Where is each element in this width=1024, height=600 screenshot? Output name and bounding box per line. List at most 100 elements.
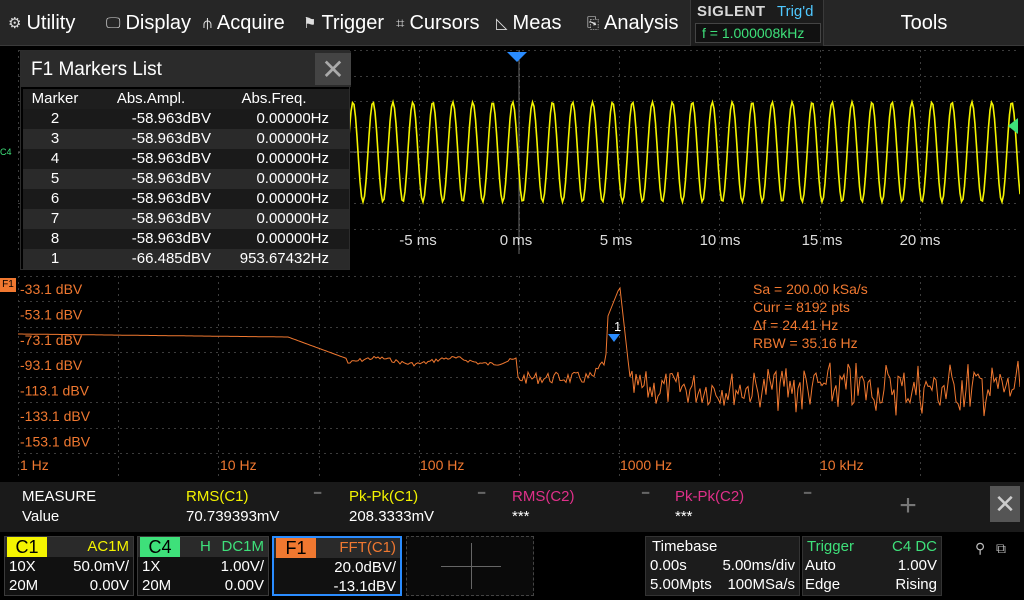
- close-measure-icon[interactable]: ✕: [990, 486, 1020, 522]
- marker-row[interactable]: 2 -58.963dBV 0.00000Hz: [23, 109, 349, 129]
- marker-abs-ampl: -58.963dBV: [131, 110, 211, 127]
- marker-id: 6: [50, 190, 60, 207]
- fft-level-label: -33.1 dBV: [20, 281, 83, 297]
- time-tick-label: 15 ms: [802, 232, 843, 249]
- marker-abs-freq: 0.00000Hz: [256, 190, 329, 207]
- marker-row[interactable]: 8 -58.963dBV 0.00000Hz: [23, 229, 349, 249]
- measure-name-rms-c2[interactable]: RMS(C2): [512, 488, 575, 505]
- column-header-freq: Abs.Freq.: [241, 90, 307, 107]
- fft-info-line: Curr = 8192 pts: [753, 299, 850, 315]
- menu-acquire-label: Acquire: [216, 11, 285, 34]
- marker-row[interactable]: 3 -58.963dBV 0.00000Hz: [23, 129, 349, 149]
- timebase-title: Timebase: [652, 538, 718, 555]
- add-measure-icon[interactable]: +: [880, 488, 936, 524]
- channel-c4-box[interactable]: C4 H DC1M 1X 1.00V/ 20M 0.00V: [137, 536, 269, 596]
- trigger-box[interactable]: Trigger C4 DC Auto 1.00V Edge Rising: [802, 536, 942, 596]
- trigger-icon: ⚑: [303, 15, 317, 32]
- marker-abs-ampl: -58.963dBV: [131, 210, 211, 227]
- measure-separator: ━: [314, 486, 322, 500]
- brand-logo: SIGLENT: [697, 3, 766, 20]
- trigger-source: C4 DC: [891, 538, 937, 555]
- time-tick-label: -5 ms: [399, 232, 437, 249]
- measure-separator: ━: [478, 486, 486, 500]
- measure-value-pkpk-c2: ***: [675, 508, 693, 525]
- fft-frequency-labels: 1 Hz 10 Hz 100 Hz 1000 Hz 10 kHz: [20, 457, 864, 473]
- marker-abs-ampl: -58.963dBV: [131, 190, 211, 207]
- marker-row[interactable]: 1 -66.485dBV 953.67432Hz: [23, 249, 349, 269]
- marker-row[interactable]: 4 -58.963dBV 0.00000Hz: [23, 149, 349, 169]
- menu-trigger[interactable]: ⚑ Trigger: [303, 0, 384, 46]
- menu-display-label: Display: [125, 11, 192, 34]
- marker-abs-freq: 0.00000Hz: [256, 230, 329, 247]
- measure-value-pkpk-c1: 208.3333mV: [349, 508, 435, 525]
- channel-c4-offset: 0.00V: [224, 577, 264, 594]
- fft-frequency-label: 100 Hz: [420, 457, 464, 473]
- gear-icon: ⚙: [8, 15, 22, 32]
- time-axis-labels: -5 ms 0 ms 5 ms 10 ms 15 ms 20 ms: [399, 232, 940, 249]
- time-tick-label: 10 ms: [700, 232, 741, 249]
- fft-level-label: -113.1 dBV: [20, 383, 90, 399]
- trigger-mode: Auto: [805, 557, 836, 574]
- marker-row[interactable]: 5 -58.963dBV 0.00000Hz: [23, 169, 349, 189]
- measure-name-pkpk-c1[interactable]: Pk-Pk(C1): [349, 488, 418, 505]
- menu-analysis-label: Analysis: [604, 11, 679, 34]
- markers-list-header: Marker Abs.Ampl. Abs.Freq.: [23, 89, 349, 109]
- math-f1-name: F1: [276, 538, 316, 558]
- fft-grid[interactable]: -33.1 dBV -53.1 dBV -73.1 dBV -93.1 dBV -113…: [18, 276, 1020, 478]
- add-channel-slot[interactable]: [406, 536, 534, 596]
- measure-value-rms-c2: ***: [512, 508, 530, 525]
- menu-analysis[interactable]: ⎘ Analysis: [587, 0, 679, 46]
- fft-marker-1-icon[interactable]: [608, 334, 620, 342]
- menu-tools[interactable]: Tools: [824, 0, 1024, 46]
- marker-abs-freq: 0.00000Hz: [256, 170, 329, 187]
- measure-bar: MEASURE Value RMS(C1) ━ 70.739393mV Pk-P…: [0, 482, 1024, 532]
- trigger-position-marker[interactable]: [507, 52, 527, 62]
- trigger-level: 1.00V: [897, 557, 937, 574]
- marker-abs-ampl: -66.485dBV: [131, 250, 211, 267]
- fft-level-label: -73.1 dBV: [20, 332, 83, 348]
- channel-c1-box[interactable]: C1 AC1M 10X 50.0mV/ 20M 0.00V: [4, 536, 134, 596]
- math-f1-source: FFT(C1): [339, 539, 396, 556]
- channel-c4-flag: H: [200, 538, 211, 555]
- marker-id: 7: [50, 210, 60, 227]
- channel-c1-name: C1: [7, 537, 47, 557]
- marker-row[interactable]: 6 -58.963dBV 0.00000Hz: [23, 189, 349, 209]
- marker-row[interactable]: 7 -58.963dBV 0.00000Hz: [23, 209, 349, 229]
- time-tick-label: 5 ms: [600, 232, 633, 249]
- marker-abs-ampl: -58.963dBV: [131, 230, 211, 247]
- fft-level-label: -53.1 dBV: [20, 306, 83, 322]
- channel-c4-bw: 20M: [142, 577, 172, 594]
- marker-id: 3: [50, 130, 60, 147]
- c4-channel-marker[interactable]: C4: [0, 147, 12, 157]
- menu-cursors[interactable]: ⌗ Cursors: [396, 0, 479, 46]
- column-header-ampl: Abs.Ampl.: [116, 90, 186, 107]
- menu-acquire[interactable]: ⫛ Acquire: [203, 0, 285, 46]
- timebase-rate: 100MSa/s: [727, 576, 795, 593]
- menu-display[interactable]: 🖵 Display: [106, 0, 191, 46]
- fft-info-line: RBW = 35.16 Hz: [753, 335, 858, 351]
- math-f1-offset: -13.1dBV: [333, 578, 396, 595]
- math-f1-box[interactable]: F1 FFT(C1) 20.0dBV/ -13.1dBV: [272, 536, 402, 596]
- menu-utility[interactable]: ⚙ Utility: [8, 0, 75, 46]
- fft-frequency-label: 1000 Hz: [620, 457, 672, 473]
- fft-frequency-label: 10 Hz: [220, 457, 257, 473]
- marker-abs-freq: 0.00000Hz: [256, 210, 329, 227]
- menu-trigger-label: Trigger: [321, 11, 385, 34]
- close-icon[interactable]: ✕: [315, 53, 351, 85]
- marker-id: 5: [50, 170, 60, 187]
- measure-name-rms-c1[interactable]: RMS(C1): [186, 488, 249, 505]
- time-tick-label: 20 ms: [900, 232, 941, 249]
- fft-level-label: -93.1 dBV: [20, 357, 83, 373]
- f1-channel-marker[interactable]: F1: [0, 278, 16, 292]
- channel-c1-bw: 20M: [9, 577, 39, 594]
- channel-c1-probe: 10X: [9, 558, 36, 575]
- marker-id: 2: [50, 110, 60, 127]
- timebase-box[interactable]: Timebase 0.00s 5.00ms/div 5.00Mpts 100MS…: [645, 536, 800, 596]
- markers-list-title: F1 Markers List: [31, 59, 162, 80]
- brand-panel: SIGLENT Trig'd f = 1.000008kHz: [690, 0, 824, 46]
- fft-level-label: -133.1 dBV: [20, 408, 91, 424]
- menu-meas[interactable]: ◺ Meas: [496, 0, 561, 46]
- menu-cursors-label: Cursors: [409, 11, 480, 34]
- fft-level-labels: -33.1 dBV -53.1 dBV -73.1 dBV -93.1 dBV -113…: [20, 281, 91, 449]
- measure-name-pkpk-c2[interactable]: Pk-Pk(C2): [675, 488, 744, 505]
